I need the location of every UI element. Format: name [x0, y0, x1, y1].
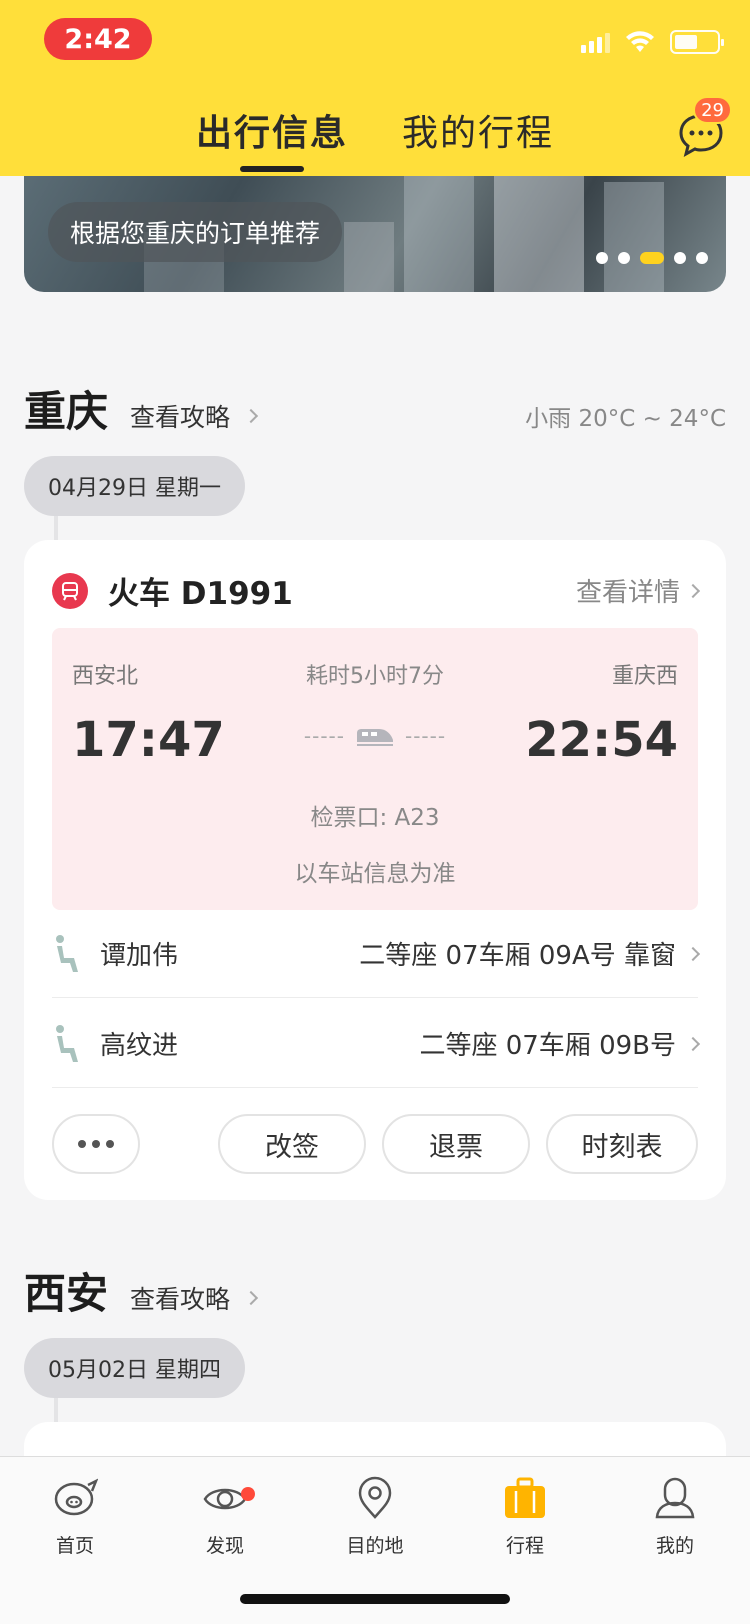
guide-label: 查看攻略 [130, 1285, 231, 1314]
battery-icon [670, 30, 724, 54]
refund-button[interactable]: 退票 [382, 1114, 530, 1174]
chevron-right-icon [243, 1290, 259, 1306]
trip-title: 火车 D1991 [108, 576, 293, 612]
timetable-button[interactable]: 时刻表 [546, 1114, 698, 1174]
date-pill: 05月02日 星期四 [24, 1338, 245, 1398]
passenger-row[interactable]: 谭加伟 二等座 07车厢 09A号 靠窗 [52, 910, 701, 998]
tab-my-trips[interactable]: 我的行程 [402, 104, 554, 178]
tab-destination[interactable]: 目的地 [325, 1475, 425, 1558]
status-time: 2:42 [44, 18, 152, 60]
city-name: 重庆 [24, 387, 109, 436]
city-header-xian: 西安 查看攻略 [24, 1260, 726, 1321]
tab-travel-info[interactable]: 出行信息 [196, 104, 348, 178]
passenger-name: 高纹进 [100, 1031, 179, 1061]
tab-profile[interactable]: 我的 [625, 1475, 725, 1558]
nav-tabs: 出行信息 我的行程 [0, 104, 750, 178]
guide-link[interactable]: 查看攻略 [130, 398, 259, 434]
home-indicator [240, 1594, 510, 1604]
seat-icon [56, 934, 78, 972]
suitcase-icon [505, 1477, 545, 1518]
city-header-chongqing: 重庆 查看攻略 小雨 20°C ~ 24°C [24, 378, 726, 439]
train-icon [52, 572, 88, 609]
signal-icon [581, 31, 610, 53]
station-note: 以车站信息为准 [294, 861, 456, 887]
chevron-right-icon [685, 946, 701, 961]
more-button[interactable] [52, 1114, 140, 1174]
high-speed-train-icon [357, 729, 393, 746]
weather-info: 小雨 20°C ~ 24°C [525, 406, 726, 432]
carousel-dots [596, 252, 708, 264]
trip-actions: 改签 退票 时刻表 [52, 1114, 698, 1174]
guide-link[interactable]: 查看攻略 [130, 1280, 259, 1316]
chevron-right-icon [243, 408, 259, 424]
card-header: 火车 D1991 查看详情 [52, 568, 701, 613]
seat-label: 二等座 07车厢 09A号 靠窗 [359, 941, 676, 971]
message-badge: 29 [693, 96, 732, 124]
guide-label: 查看攻略 [130, 403, 231, 432]
chevron-right-icon [685, 1036, 701, 1051]
change-ticket-button[interactable]: 改签 [218, 1114, 366, 1174]
date-pill: 04月29日 星期一 [24, 456, 245, 516]
location-pin-icon [358, 1476, 392, 1519]
view-details-link[interactable]: 查看详情 [575, 572, 701, 609]
tab-label: 目的地 [346, 1535, 404, 1557]
seat-info: 二等座 07车厢 09A号 靠窗 [359, 935, 701, 972]
ticket-gate: 检票口: A23 [310, 805, 440, 831]
tab-label: 我的 [655, 1535, 694, 1557]
view-details-label: 查看详情 [575, 578, 680, 608]
route-panel: 西安北 重庆西 耗时5小时7分 17:47 22:54 ----- ----- … [52, 628, 698, 910]
chevron-right-icon [685, 583, 701, 598]
notification-dot [241, 1487, 255, 1501]
wifi-icon [626, 31, 654, 52]
train-route-line: ----- ----- [303, 724, 447, 748]
seat-label: 二等座 07车厢 09B号 [419, 1031, 676, 1061]
trip-duration: 耗时5小时7分 [306, 664, 444, 689]
tab-label: 行程 [505, 1535, 544, 1557]
tab-label: 首页 [55, 1535, 94, 1557]
top-header: 2:42 出行信息 我的行程 29 [0, 0, 750, 176]
passenger-row[interactable]: 高纹进 二等座 07车厢 09B号 [52, 1000, 701, 1088]
seat-info: 二等座 07车厢 09B号 [419, 1025, 701, 1062]
tab-label: 发现 [205, 1535, 244, 1557]
status-icons [581, 30, 724, 54]
eye-discover-icon [203, 1488, 247, 1510]
profile-icon [655, 1477, 695, 1519]
trip-card: 火车 D1991 查看详情 西安北 重庆西 耗时5小时7分 17:47 22:5… [24, 540, 726, 1200]
passenger-name: 谭加伟 [100, 941, 179, 971]
banner-label: 根据您重庆的订单推荐 [48, 202, 343, 262]
seat-icon [56, 1024, 78, 1062]
tab-trips[interactable]: 行程 [475, 1475, 575, 1558]
pig-home-icon [54, 1478, 98, 1516]
city-name: 西安 [24, 1269, 109, 1318]
tab-discover[interactable]: 发现 [175, 1475, 275, 1558]
tab-home[interactable]: 首页 [25, 1475, 125, 1558]
